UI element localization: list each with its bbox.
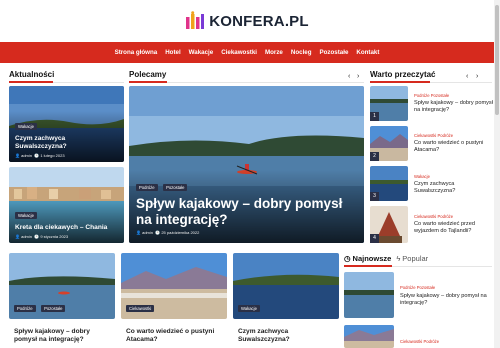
- article-title[interactable]: Spływ kajakowy – dobry pomysł na integra…: [400, 293, 488, 307]
- slider-next-icon[interactable]: ›: [357, 73, 359, 80]
- section-underline: [370, 81, 430, 83]
- category-tag[interactable]: Pozostałe: [163, 184, 188, 191]
- post-card-image[interactable]: Wakacje: [233, 253, 339, 319]
- desert-thumb-image: [344, 325, 394, 348]
- featured-title[interactable]: Spływ kajakowy – dobry pomysł na integra…: [136, 196, 357, 228]
- news-card-overlay: Wakacje Czym zachwyca Suwalszczyzna? 👤 a…: [9, 111, 124, 162]
- category-tag[interactable]: Ciekawostki Podróże: [414, 133, 453, 138]
- category-tag[interactable]: Podróże: [14, 305, 36, 312]
- section-rule: [53, 81, 124, 83]
- rank-badge: 2: [370, 152, 379, 161]
- tab-rule: [392, 265, 492, 267]
- article-title[interactable]: Spływ kajakowy – dobry pomysł na integra…: [414, 100, 494, 114]
- news-card[interactable]: Wakacje Kreta dla ciekawych – Chania 👤 a…: [9, 167, 124, 243]
- post-card-title[interactable]: Co warto wiedzieć o pustyni Atacama?: [126, 328, 226, 344]
- featured-overlay: Podróże Pozostałe Spływ kajakowy – dobry…: [129, 170, 364, 243]
- logo-text: KONFERA.PL: [209, 12, 309, 30]
- section-rule: [430, 81, 492, 83]
- category-tag[interactable]: Wakacje: [15, 123, 37, 130]
- rank-badge: 3: [370, 192, 379, 201]
- post-card-title[interactable]: Czym zachwyca Suwalszczyzna?: [238, 328, 338, 344]
- tab-popular[interactable]: ϟ Popular: [396, 254, 428, 263]
- nav-hotel[interactable]: Hotel: [165, 49, 180, 56]
- nav-curiosities[interactable]: Ciekawostki: [221, 49, 257, 56]
- post-meta: 👤 admin 🕑 9 stycznia 2023: [15, 234, 69, 239]
- post-card-title[interactable]: Spływ kajakowy – dobry pomysł na integra…: [14, 328, 114, 344]
- category-tag[interactable]: Pozostałe: [41, 305, 66, 312]
- nav-vacation[interactable]: Wakacje: [189, 49, 214, 56]
- page: KONFERA.PL Strona główna Hotel Wakacje C…: [0, 0, 500, 348]
- tab-bar: ◷ Najnowsze ϟ Popular: [344, 254, 428, 263]
- section-rule: [167, 81, 364, 83]
- site-logo[interactable]: KONFERA.PL: [0, 8, 494, 34]
- post-card-image[interactable]: Podróże Pozostałe: [9, 253, 115, 319]
- thumb-desert[interactable]: [344, 325, 394, 348]
- post-meta: 👤 admin 🕑 1 lutego 2023: [15, 153, 65, 158]
- category-tag[interactable]: Podróże: [136, 184, 158, 191]
- tag-row: Wakacje: [238, 297, 261, 315]
- featured-card[interactable]: Podróże Pozostałe Spływ kajakowy – dobry…: [129, 86, 364, 243]
- category-tag[interactable]: Ciekawostki: [126, 305, 155, 312]
- post-card-image[interactable]: Ciekawostki: [121, 253, 227, 319]
- section-underline: [9, 81, 53, 83]
- rank-badge: 1: [370, 112, 379, 121]
- slider-prev-icon[interactable]: ‹: [466, 73, 468, 80]
- kayak-thumb-image: [344, 272, 394, 318]
- category-tag[interactable]: Wakacje: [15, 212, 37, 219]
- section-underline: [129, 81, 167, 83]
- category-tag[interactable]: Ciekawostki Podróże: [400, 339, 439, 344]
- article-title[interactable]: Czym zachwyca Suwalszczyzna?: [414, 181, 494, 195]
- news-card[interactable]: Wakacje Czym zachwyca Suwalszczyzna? 👤 a…: [9, 86, 124, 162]
- category-tag[interactable]: Wakacje: [238, 305, 260, 312]
- slider-prev-icon[interactable]: ‹: [348, 73, 350, 80]
- thumb-kayak[interactable]: [344, 272, 394, 318]
- scrollbar[interactable]: [494, 0, 500, 348]
- nav-sea[interactable]: Morze: [265, 49, 283, 56]
- section-title-worth-reading: Warto przeczytać: [370, 70, 436, 79]
- main-nav: Strona główna Hotel Wakacje Ciekawostki …: [0, 42, 494, 63]
- tab-underline: [344, 265, 392, 267]
- category-tag[interactable]: Wakacje: [414, 174, 430, 179]
- bolt-icon: ϟ: [396, 254, 401, 263]
- news-card-title[interactable]: Czym zachwyca Suwalszczyzna?: [15, 135, 118, 151]
- scrollbar-thumb[interactable]: [495, 5, 499, 115]
- tag-row: Ciekawostki: [126, 297, 155, 315]
- category-tag[interactable]: Podróże Pozostałe: [414, 93, 449, 98]
- slider-next-icon[interactable]: ›: [476, 73, 478, 80]
- logo-icon: [186, 11, 205, 29]
- news-card-title[interactable]: Kreta dla ciekawych – Chania: [15, 224, 118, 232]
- nav-contact[interactable]: Kontakt: [356, 49, 379, 56]
- nav-home[interactable]: Strona główna: [115, 49, 158, 56]
- section-title-news: Aktualności: [9, 70, 55, 79]
- article-title[interactable]: Co warto wiedzieć o pustyni Atacama?: [414, 140, 494, 154]
- news-card-overlay: Wakacje Kreta dla ciekawych – Chania 👤 a…: [9, 200, 124, 243]
- nav-other[interactable]: Pozostałe: [320, 49, 349, 56]
- article-title[interactable]: Co warto wiedzieć przed wyjazdem do Tajl…: [414, 221, 494, 235]
- rank-badge: 4: [370, 234, 379, 243]
- category-tag[interactable]: Ciekawostki Podróże: [414, 214, 453, 219]
- tab-latest[interactable]: ◷ Najnowsze: [344, 254, 391, 263]
- section-title-recommended: Polecamy: [129, 70, 167, 79]
- post-meta: 👤 admin 🕑 25 października 2022: [136, 230, 200, 235]
- nav-lodging[interactable]: Nocleg: [291, 49, 312, 56]
- clock-icon: ◷: [344, 254, 351, 263]
- category-tag[interactable]: Podróże Pozostałe: [400, 285, 435, 290]
- tag-row: Podróże Pozostałe: [14, 297, 66, 315]
